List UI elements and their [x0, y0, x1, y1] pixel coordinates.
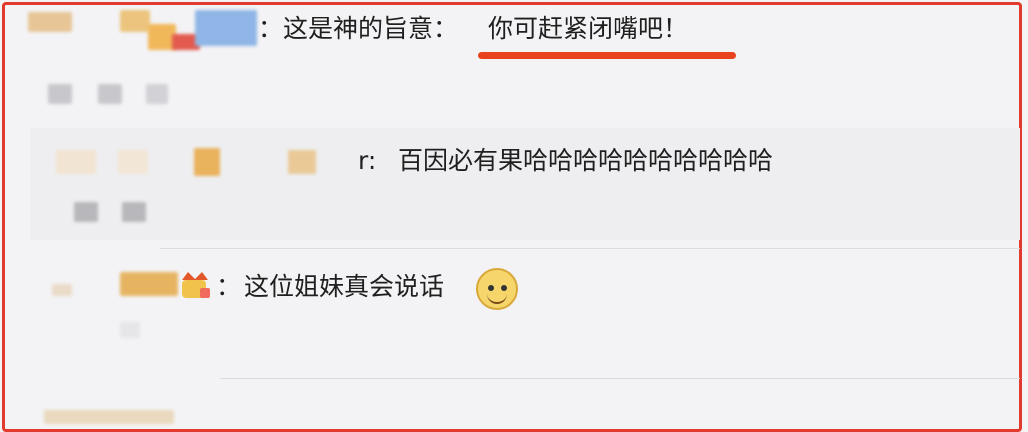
avatar: [28, 12, 72, 32]
action-icon[interactable]: [48, 84, 72, 104]
colon-mark: r:: [358, 146, 377, 175]
colon-mark: ：: [216, 272, 242, 301]
action-icon[interactable]: [98, 84, 122, 104]
username-mosaic: [120, 272, 178, 296]
comment-text: 百因必有果哈哈哈哈哈哈哈哈哈哈: [398, 146, 774, 175]
reply-panel: [30, 128, 1020, 240]
action-icon[interactable]: [146, 84, 168, 104]
action-icon[interactable]: [120, 322, 140, 338]
divider: [220, 378, 1020, 379]
divider: [160, 248, 1020, 249]
username-mosaic: [120, 10, 150, 32]
avatar: [52, 284, 72, 296]
action-icon[interactable]: [74, 202, 98, 222]
crown-icon: [182, 272, 210, 298]
comment-text: 这位姐妹真会说话: [244, 272, 445, 301]
comment-text: ：这是神的旨意：: [258, 14, 459, 43]
highlight-underline: [478, 52, 736, 59]
comment-highlight-text: 你可赶紧闭嘴吧！: [488, 14, 689, 43]
username-mosaic: [194, 148, 220, 176]
avatar: [44, 410, 174, 424]
avatar: [56, 150, 96, 174]
dog-emoji-icon: [476, 268, 518, 310]
action-icon[interactable]: [122, 202, 146, 222]
